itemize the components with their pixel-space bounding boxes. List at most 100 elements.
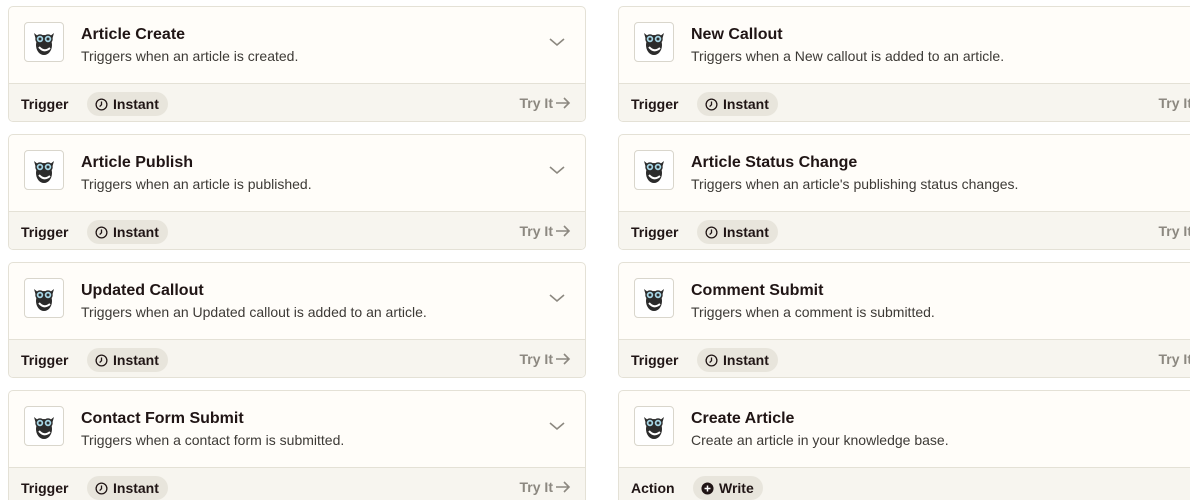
card-header[interactable]: Article Create Triggers when an article … — [9, 7, 585, 84]
instant-badge: Instant — [87, 92, 168, 116]
badge-label: Instant — [113, 352, 159, 368]
trigger-card-article-status-change[interactable]: Article Status Change Triggers when an a… — [618, 134, 1190, 250]
card-title: New Callout — [691, 26, 783, 43]
owl-logo-icon — [24, 406, 64, 446]
owl-logo-icon — [634, 406, 674, 446]
trigger-card-article-publish[interactable]: Article Publish Triggers when an article… — [8, 134, 586, 250]
badge-label: Instant — [723, 96, 769, 112]
card-header[interactable]: New Callout Triggers when a New callout … — [619, 7, 1190, 84]
instant-badge: Instant — [87, 220, 168, 244]
owl-logo-icon — [634, 278, 674, 318]
card-description: Triggers when an Updated callout is adde… — [81, 304, 427, 320]
arrow-right-icon — [556, 97, 571, 109]
try-it-label: Try It — [1158, 351, 1190, 367]
owl-logo-icon — [24, 150, 64, 190]
card-title: Comment Submit — [691, 282, 824, 299]
try-it-link[interactable]: Try It — [1159, 223, 1190, 239]
clock-icon — [95, 353, 108, 367]
card-header[interactable]: Article Publish Triggers when an article… — [9, 135, 585, 212]
owl-logo-icon — [634, 22, 674, 62]
card-kind-label: Trigger — [631, 352, 679, 368]
card-title: Create Article — [691, 410, 795, 427]
card-title: Updated Callout — [81, 282, 204, 299]
trigger-card-contact-form-submit[interactable]: Contact Form Submit Triggers when a cont… — [8, 390, 586, 500]
badge-label: Instant — [113, 480, 159, 496]
try-it-link[interactable]: Try It — [520, 223, 571, 239]
card-description: Triggers when an article's publishing st… — [691, 176, 1019, 192]
card-kind-label: Trigger — [21, 96, 69, 112]
card-header[interactable]: Create Article Create an article in your… — [619, 391, 1190, 468]
try-it-label: Try It — [519, 223, 553, 239]
owl-logo-icon — [24, 278, 64, 318]
card-footer: Trigger Instant Try It — [619, 212, 1190, 249]
app-actions-grid: Article Create Triggers when an article … — [0, 0, 1190, 500]
clock-icon — [95, 481, 108, 495]
card-kind-label: Trigger — [21, 352, 69, 368]
clock-icon — [705, 225, 718, 239]
instant-badge: Instant — [697, 92, 778, 116]
chevron-down-icon[interactable] — [549, 293, 565, 303]
card-header[interactable]: Comment Submit Triggers when a comment i… — [619, 263, 1190, 340]
write-badge: Write — [693, 476, 763, 500]
card-description: Triggers when a comment is submitted. — [691, 304, 935, 320]
card-kind-label: Trigger — [631, 224, 679, 240]
plus-circle-icon — [701, 481, 714, 495]
try-it-link[interactable]: Try It — [1159, 351, 1190, 367]
card-footer: Action Write — [619, 468, 1190, 500]
instant-badge: Instant — [697, 220, 778, 244]
badge-label: Instant — [723, 352, 769, 368]
card-title: Article Create — [81, 26, 186, 43]
card-description: Create an article in your knowledge base… — [691, 432, 949, 448]
try-it-link[interactable]: Try It — [520, 479, 571, 495]
chevron-down-icon[interactable] — [549, 421, 565, 431]
try-it-link[interactable]: Try It — [520, 95, 571, 111]
arrow-right-icon — [556, 353, 571, 365]
trigger-card-updated-callout[interactable]: Updated Callout Triggers when an Updated… — [8, 262, 586, 378]
trigger-card-article-create[interactable]: Article Create Triggers when an article … — [8, 6, 586, 122]
card-title: Article Status Change — [691, 154, 858, 171]
card-kind-label: Trigger — [21, 224, 69, 240]
badge-label: Instant — [723, 224, 769, 240]
card-kind-label: Trigger — [21, 480, 69, 496]
card-footer: Trigger Instant Try It — [9, 212, 585, 249]
card-footer: Trigger Instant Try It — [9, 468, 585, 500]
card-footer: Trigger Instant Try It — [619, 84, 1190, 121]
card-header[interactable]: Article Status Change Triggers when an a… — [619, 135, 1190, 212]
card-footer: Trigger Instant Try It — [9, 340, 585, 377]
card-title: Contact Form Submit — [81, 410, 244, 427]
clock-icon — [705, 97, 718, 111]
instant-badge: Instant — [87, 348, 168, 372]
action-card-create-article[interactable]: Create Article Create an article in your… — [618, 390, 1190, 500]
card-description: Triggers when a contact form is submitte… — [81, 432, 345, 448]
badge-label: Write — [719, 480, 754, 496]
card-header[interactable]: Contact Form Submit Triggers when a cont… — [9, 391, 585, 468]
card-footer: Trigger Instant Try It — [9, 84, 585, 121]
clock-icon — [95, 97, 108, 111]
try-it-label: Try It — [519, 351, 553, 367]
card-header[interactable]: Updated Callout Triggers when an Updated… — [9, 263, 585, 340]
instant-badge: Instant — [697, 348, 778, 372]
chevron-down-icon[interactable] — [549, 165, 565, 175]
card-kind-label: Action — [631, 480, 675, 496]
owl-logo-icon — [634, 150, 674, 190]
trigger-card-new-callout[interactable]: New Callout Triggers when a New callout … — [618, 6, 1190, 122]
card-description: Triggers when an article is created. — [81, 48, 299, 64]
try-it-label: Try It — [1158, 223, 1190, 239]
instant-badge: Instant — [87, 476, 168, 500]
try-it-link[interactable]: Try It — [1159, 95, 1190, 111]
arrow-right-icon — [556, 481, 571, 493]
badge-label: Instant — [113, 96, 159, 112]
try-it-label: Try It — [1158, 95, 1190, 111]
chevron-down-icon[interactable] — [549, 37, 565, 47]
clock-icon — [95, 225, 108, 239]
card-description: Triggers when an article is published. — [81, 176, 312, 192]
try-it-label: Try It — [519, 479, 553, 495]
badge-label: Instant — [113, 224, 159, 240]
trigger-card-comment-submit[interactable]: Comment Submit Triggers when a comment i… — [618, 262, 1190, 378]
card-footer: Trigger Instant Try It — [619, 340, 1190, 377]
try-it-label: Try It — [519, 95, 553, 111]
arrow-right-icon — [556, 225, 571, 237]
card-kind-label: Trigger — [631, 96, 679, 112]
owl-logo-icon — [24, 22, 64, 62]
try-it-link[interactable]: Try It — [520, 351, 571, 367]
